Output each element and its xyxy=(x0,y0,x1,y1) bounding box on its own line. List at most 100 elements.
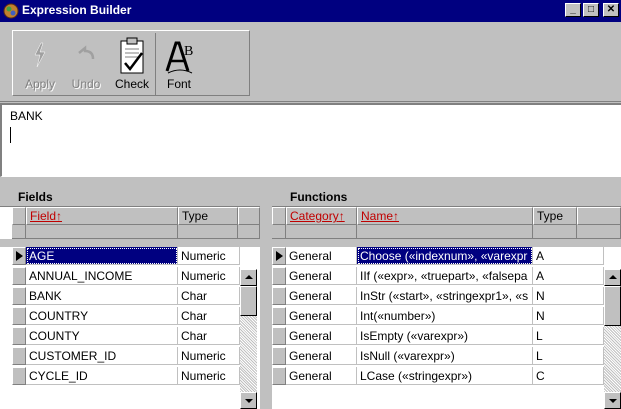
function-name-cell[interactable]: IsEmpty («varexpr») xyxy=(357,327,533,345)
functions-corner-header xyxy=(272,207,286,225)
field-name-cell[interactable]: AGE xyxy=(26,247,178,265)
field-type-cell[interactable]: Char xyxy=(178,307,240,325)
svg-text:B: B xyxy=(184,44,193,59)
function-name-cell[interactable]: Int(«number») xyxy=(357,307,533,325)
field-name-cell[interactable]: CYCLE_ID xyxy=(26,367,178,385)
row-selector[interactable] xyxy=(12,247,26,265)
function-type-cell[interactable]: N xyxy=(533,307,604,325)
function-type-cell[interactable]: C xyxy=(533,367,604,385)
scroll-thumb[interactable] xyxy=(604,286,621,326)
close-button[interactable]: ✕ xyxy=(603,3,619,17)
font-label: Font xyxy=(166,77,191,91)
apply-button[interactable]: Apply xyxy=(17,33,63,95)
row-selector[interactable] xyxy=(272,247,286,265)
field-type-cell[interactable]: Numeric xyxy=(178,347,240,365)
function-type-cell[interactable]: L xyxy=(533,327,604,345)
arrow-down-icon xyxy=(609,399,617,403)
functions-scrollbar[interactable] xyxy=(604,269,621,409)
row-selector[interactable] xyxy=(12,307,26,325)
function-name-cell[interactable]: Choose («indexnum», «varexpr xyxy=(357,247,533,265)
app-icon xyxy=(3,3,19,19)
row-selector[interactable] xyxy=(12,367,26,385)
functions-type-filter-cell[interactable] xyxy=(533,225,577,239)
undo-icon xyxy=(78,45,95,60)
function-type-cell[interactable]: N xyxy=(533,287,604,305)
undo-button[interactable]: Undo xyxy=(63,33,109,95)
function-category-cell[interactable]: General xyxy=(286,287,357,305)
field-name-cell[interactable]: CUSTOMER_ID xyxy=(26,347,178,365)
row-selector[interactable] xyxy=(12,327,26,345)
scroll-thumb[interactable] xyxy=(240,286,257,316)
function-type-cell[interactable]: L xyxy=(533,347,604,365)
scroll-down-button[interactable] xyxy=(604,392,621,409)
grid-gap xyxy=(0,239,260,247)
title-bar: Expression Builder _ □ ✕ xyxy=(0,0,621,22)
row-selector[interactable] xyxy=(272,327,286,345)
row-selector[interactable] xyxy=(272,307,286,325)
type-column-header[interactable]: Type xyxy=(178,207,238,225)
check-button[interactable]: Check xyxy=(109,33,155,95)
apply-label: Apply xyxy=(24,77,56,91)
field-type-cell[interactable]: Numeric xyxy=(178,267,240,285)
field-name-cell[interactable]: ANNUAL_INCOME xyxy=(26,267,178,285)
window-title: Expression Builder xyxy=(22,3,132,17)
arrow-down-icon xyxy=(245,399,253,403)
check-label: Check xyxy=(114,77,149,91)
field-name-cell[interactable]: COUNTY xyxy=(26,327,178,345)
fields-filler-header xyxy=(238,207,260,225)
name-filter-cell[interactable] xyxy=(357,225,533,239)
font-icon: B xyxy=(165,41,193,74)
field-name-cell[interactable]: BANK xyxy=(26,287,178,305)
function-category-cell[interactable]: General xyxy=(286,347,357,365)
field-column-header[interactable]: Field↑ xyxy=(26,207,178,225)
clipboard-check-icon xyxy=(120,37,144,74)
font-button[interactable]: B Font xyxy=(155,33,201,95)
row-selector[interactable] xyxy=(12,287,26,305)
function-type-cell[interactable]: A xyxy=(533,247,604,265)
toolbar: Apply Undo Check B Font xyxy=(0,24,621,102)
field-filter-cell[interactable] xyxy=(26,225,178,239)
row-selector[interactable] xyxy=(272,267,286,285)
field-type-cell[interactable]: Char xyxy=(178,327,240,345)
row-selector[interactable] xyxy=(12,267,26,285)
function-name-cell[interactable]: IIf («expr», «truepart», «falsepa xyxy=(357,267,533,285)
functions-panel: Functions Category↑ Name↑ Type General Ch… xyxy=(272,184,621,409)
filter-cell xyxy=(12,225,26,239)
expression-editor[interactable]: BANK xyxy=(0,103,621,177)
maximize-button[interactable]: □ xyxy=(583,3,599,17)
scroll-up-button[interactable] xyxy=(240,269,257,286)
field-type-cell[interactable]: Numeric xyxy=(178,367,240,385)
field-name-cell[interactable]: COUNTRY xyxy=(26,307,178,325)
row-selector[interactable] xyxy=(12,347,26,365)
scroll-down-button[interactable] xyxy=(240,392,257,409)
function-category-cell[interactable]: General xyxy=(286,367,357,385)
lightning-icon xyxy=(34,42,46,68)
row-selector[interactable] xyxy=(272,367,286,385)
function-category-cell[interactable]: General xyxy=(286,267,357,285)
type-filter-cell[interactable] xyxy=(178,225,238,239)
function-category-cell[interactable]: General xyxy=(286,247,357,265)
name-column-header[interactable]: Name↑ xyxy=(357,207,533,225)
fields-scrollbar[interactable] xyxy=(240,269,257,409)
field-type-cell[interactable]: Char xyxy=(178,287,240,305)
toolbar-group: Apply Undo Check B Font xyxy=(12,30,250,96)
category-column-header[interactable]: Category↑ xyxy=(286,207,357,225)
functions-filler-header xyxy=(577,207,621,225)
scroll-up-button[interactable] xyxy=(604,269,621,286)
function-category-cell[interactable]: General xyxy=(286,327,357,345)
minimize-button[interactable]: _ xyxy=(565,3,581,17)
category-filter-cell[interactable] xyxy=(286,225,357,239)
expression-text: BANK xyxy=(10,109,43,123)
field-type-cell[interactable]: Numeric xyxy=(178,247,240,265)
undo-label: Undo xyxy=(71,77,101,91)
function-category-cell[interactable]: General xyxy=(286,307,357,325)
functions-type-column-header[interactable]: Type xyxy=(533,207,577,225)
function-name-cell[interactable]: InStr («start», «stringexpr1», «s xyxy=(357,287,533,305)
function-type-cell[interactable]: A xyxy=(533,267,604,285)
fields-panel: Fields Field↑ Type AGE Numeric ANNUAL_INCO… xyxy=(0,184,260,409)
text-caret xyxy=(10,127,11,143)
row-selector[interactable] xyxy=(272,287,286,305)
function-name-cell[interactable]: LCase («stringexpr») xyxy=(357,367,533,385)
row-selector[interactable] xyxy=(272,347,286,365)
function-name-cell[interactable]: IsNull («varexpr») xyxy=(357,347,533,365)
